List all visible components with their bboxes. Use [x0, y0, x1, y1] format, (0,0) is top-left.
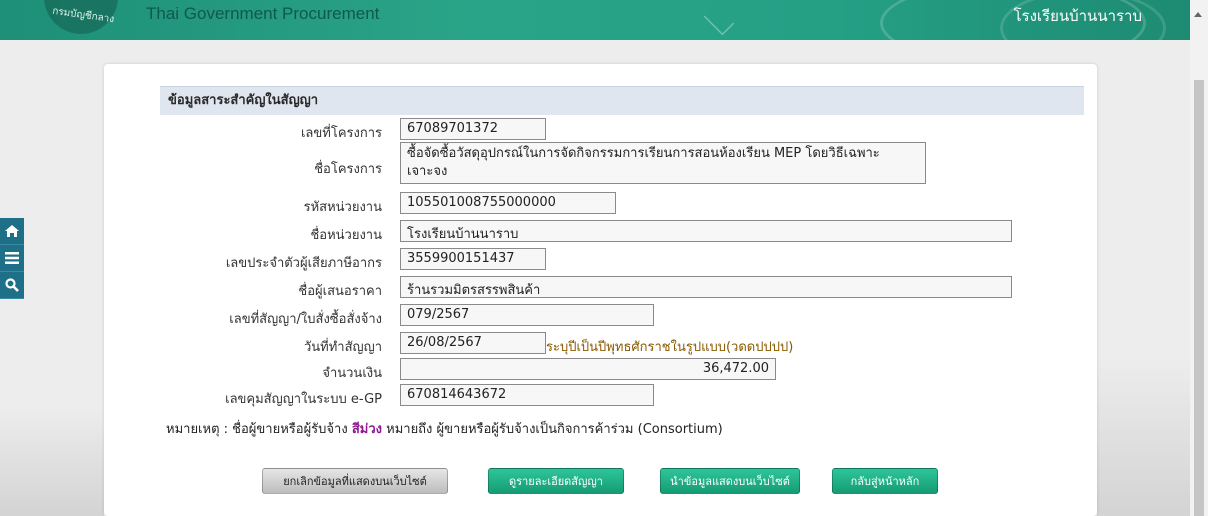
- search-icon[interactable]: [0, 272, 24, 299]
- label-contract-date: วันที่ทำสัญญา: [303, 340, 382, 355]
- vertical-scrollbar[interactable]: [1190, 0, 1208, 516]
- project-name-textarea[interactable]: ซื้อจัดซื้อวัสดุอุปกรณ์ในการจัดกิจกรรมกา…: [400, 142, 926, 184]
- label-tax-id: เลขประจำตัวผู้เสียภาษีอากร: [225, 256, 382, 271]
- menu-icon[interactable]: [0, 245, 24, 272]
- note-suffix: หมายถึง ผู้ขายหรือผู้รับจ้างเป็นกิจการค้…: [386, 422, 723, 437]
- label-agency-code: รหัสหน่วยงาน: [303, 200, 382, 215]
- label-agency-name: ชื่อหน่วยงาน: [310, 228, 382, 243]
- back-home-button[interactable]: กลับสู่หน้าหลัก: [832, 468, 938, 494]
- contract-no-field[interactable]: 079/2567: [400, 304, 654, 326]
- scroll-up-arrow-icon[interactable]: [1194, 12, 1202, 17]
- site-title: Thai Government Procurement: [146, 4, 380, 23]
- contract-info-card: ข้อมูลสาระสำคัญในสัญญา เลขที่โครงการ 670…: [104, 64, 1097, 516]
- side-toolbar: [0, 218, 24, 299]
- label-egp-no: เลขคุมสัญญาในระบบ e-GP: [225, 392, 382, 407]
- label-project-no: เลขที่โครงการ: [300, 126, 382, 141]
- agency-code-field[interactable]: 105501008755000000: [400, 192, 616, 214]
- background-skyline-right: [1097, 356, 1190, 516]
- view-contract-button[interactable]: ดูรายละเอียดสัญญา: [488, 468, 624, 494]
- consortium-note: หมายเหตุ : ชื่อผู้ขายหรือผู้รับจ้าง สีม่…: [166, 418, 723, 439]
- tax-id-field[interactable]: 3559900151437: [400, 248, 546, 270]
- contract-date-hint: ระบุปีเป็นปีพุทธศักราชในรูปแบบ(วดดปปปป): [546, 340, 794, 355]
- project-no-field[interactable]: 67089701372: [400, 118, 546, 140]
- background-skyline-left: [0, 406, 104, 516]
- label-bidder-name: ชื่อผู้เสนอราคา: [298, 284, 382, 299]
- decorative-chevron: [703, 4, 735, 36]
- label-amount: จำนวนเงิน: [322, 366, 382, 381]
- bidder-name-field[interactable]: ร้านรวมมิตรสรรพสินค้า: [400, 276, 1012, 298]
- scrollbar-thumb[interactable]: [1194, 80, 1204, 516]
- home-icon[interactable]: [0, 218, 24, 245]
- site-header: กรมบัญชีกลาง Thai Government Procurement…: [0, 0, 1190, 40]
- label-contract-no: เลขที่สัญญา/ใบสั่งซื้อสั่งจ้าง: [229, 312, 382, 327]
- note-prefix: หมายเหตุ : ชื่อผู้ขายหรือผู้รับจ้าง: [166, 422, 348, 437]
- label-project-name: ชื่อโครงการ: [314, 162, 382, 177]
- amount-field[interactable]: 36,472.00: [400, 358, 776, 380]
- page: กรมบัญชีกลาง Thai Government Procurement…: [0, 0, 1208, 516]
- agency-name-field[interactable]: โรงเรียนบ้านนาราบ: [400, 220, 1012, 242]
- egp-no-field[interactable]: 670814643672: [400, 384, 654, 406]
- section-title: ข้อมูลสาระสำคัญในสัญญา: [160, 86, 1084, 115]
- note-highlight: สีม่วง: [351, 422, 382, 437]
- contract-date-field[interactable]: 26/08/2567: [400, 332, 546, 354]
- publish-button[interactable]: นำข้อมูลแสดงบนเว็บไซต์: [660, 468, 800, 494]
- header-agency-name: โรงเรียนบ้านนาราบ: [1013, 8, 1142, 25]
- cancel-publish-button[interactable]: ยกเลิกข้อมูลที่แสดงบนเว็บไซต์: [262, 468, 448, 494]
